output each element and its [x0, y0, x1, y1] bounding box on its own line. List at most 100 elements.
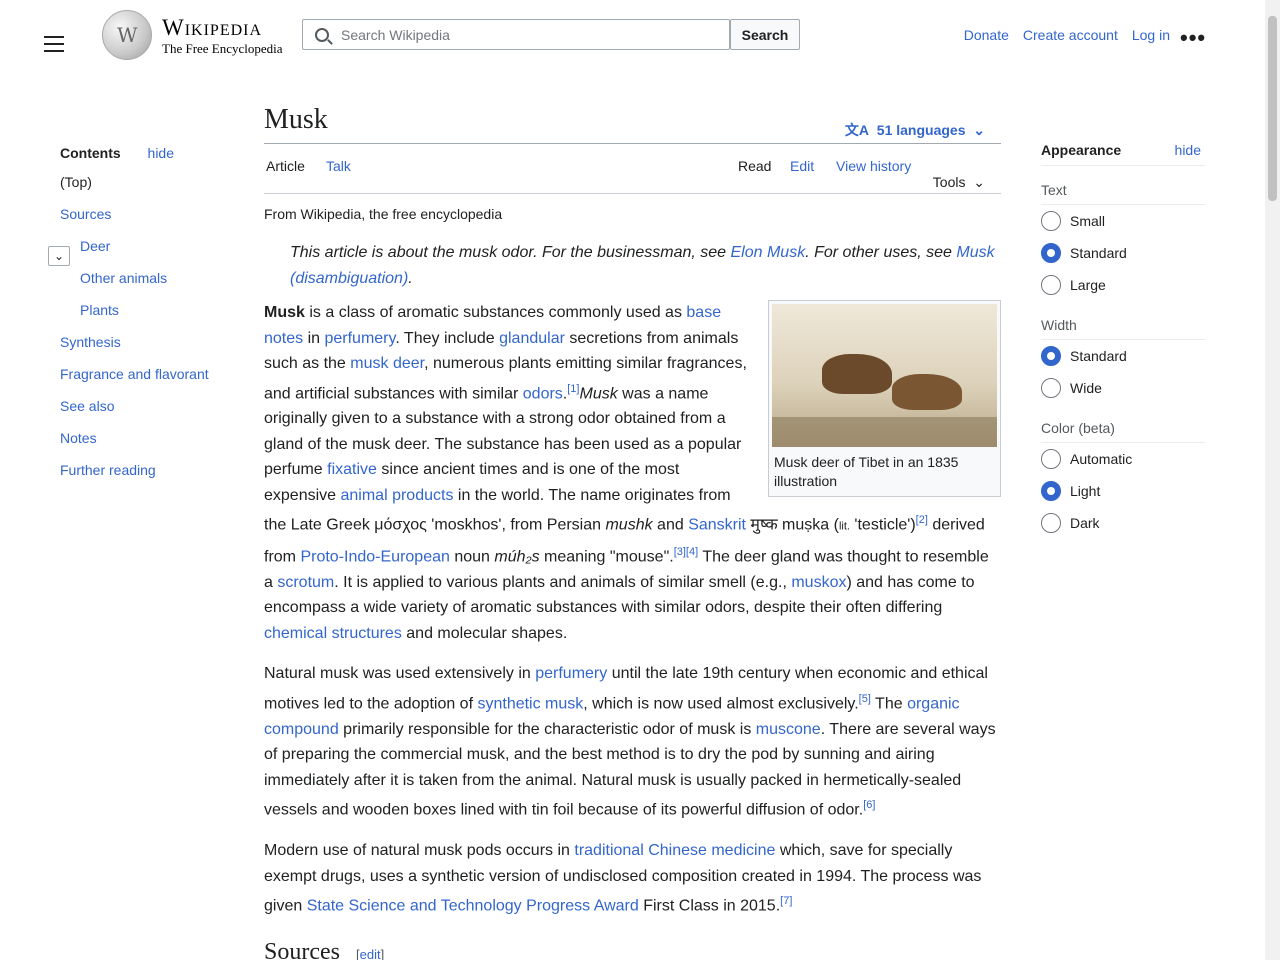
text-size-option-standard[interactable]: Standard	[1041, 237, 1205, 269]
text-run: Modern use of natural musk pods occurs i…	[264, 842, 575, 860]
article-link[interactable]: scrotum	[277, 574, 334, 591]
color-option-automatic[interactable]: Automatic	[1041, 443, 1205, 475]
article-link[interactable]: animal products	[341, 487, 454, 504]
search-input[interactable]	[341, 26, 729, 43]
search-button[interactable]: Search	[730, 19, 800, 50]
toc-item[interactable]: Other animals	[60, 262, 224, 294]
article-link[interactable]: fixative	[327, 461, 377, 478]
color-option-light[interactable]: Light	[1041, 475, 1205, 507]
text-size-option-small[interactable]: Small	[1041, 205, 1205, 237]
color-label: Color (beta)	[1041, 420, 1205, 443]
radio-label: Light	[1070, 483, 1101, 499]
hatnote-link-elon-musk[interactable]: Elon Musk	[731, 244, 806, 261]
article-link[interactable]: synthetic musk	[477, 695, 583, 712]
article-link[interactable]: musk deer	[350, 355, 424, 372]
main-menu-button[interactable]	[44, 36, 64, 52]
article: Musk 文A 51 languages ⌄ Article Talk Read…	[264, 96, 1001, 960]
text-size-option-large[interactable]: Large	[1041, 269, 1205, 301]
search-icon	[315, 27, 329, 42]
article-link[interactable]: traditional Chinese medicine	[574, 842, 775, 859]
article-link[interactable]: chemical structures	[264, 625, 402, 642]
text-run: and molecular shapes.	[401, 624, 568, 642]
text-run: . They include	[395, 329, 500, 347]
width-option-standard[interactable]: Standard	[1041, 340, 1205, 372]
toc-item[interactable]: Sources	[60, 198, 224, 230]
text-run: मुष्क muṣka (	[745, 516, 839, 534]
article-link[interactable]: glandular	[499, 330, 565, 347]
toc-item[interactable]: Synthesis	[60, 326, 224, 358]
citation-link[interactable]: [3][4]	[674, 546, 698, 558]
chevron-down-icon[interactable]: ⌄	[48, 246, 70, 266]
toc-item[interactable]: Plants	[60, 294, 224, 326]
tab-read[interactable]: Read	[738, 158, 771, 174]
text-run: in	[303, 329, 325, 347]
radio-label: Automatic	[1070, 451, 1133, 467]
radio-button[interactable]	[1041, 275, 1061, 295]
bold-term: Musk	[264, 304, 305, 321]
radio-button[interactable]	[1041, 211, 1061, 231]
musk-deer-image[interactable]	[772, 304, 997, 447]
page-title: Musk	[264, 104, 328, 135]
more-options-icon[interactable]: •••	[1180, 27, 1206, 49]
citation-link[interactable]: [7]	[780, 895, 792, 907]
tab-article[interactable]: Article	[266, 158, 305, 174]
radio-button[interactable]	[1041, 481, 1061, 501]
toc-item[interactable]: Deer	[60, 230, 224, 262]
article-link[interactable]: muskox	[791, 574, 846, 591]
toc-item[interactable]: Notes	[60, 422, 224, 454]
article-link[interactable]: State Science and Technology Progress Aw…	[307, 897, 639, 914]
radio-button[interactable]	[1041, 449, 1061, 469]
radio-button[interactable]	[1041, 243, 1061, 263]
radio-button[interactable]	[1041, 513, 1061, 533]
toc-item[interactable]: Fragrance and flavorant	[60, 358, 224, 390]
hatnote-text: . For other uses, see	[805, 244, 957, 261]
article-link[interactable]: muscone	[756, 721, 821, 738]
article-link[interactable]: perfumery	[535, 665, 607, 682]
toc-item[interactable]: (Top)	[60, 166, 224, 198]
citation-link[interactable]: [1]	[567, 383, 579, 395]
toc-item[interactable]: Further reading	[60, 454, 224, 486]
citation-link[interactable]: [2]	[916, 514, 928, 526]
width-label: Width	[1041, 317, 1205, 340]
color-option-dark[interactable]: Dark	[1041, 507, 1205, 539]
paragraph: Natural musk was used extensively in per…	[264, 661, 1001, 823]
radio-label: Wide	[1070, 380, 1102, 396]
tools-menu[interactable]: Tools ⌄	[933, 174, 985, 191]
tab-view-history[interactable]: View history	[836, 158, 911, 174]
language-selector[interactable]: 文A 51 languages ⌄	[845, 120, 985, 140]
text-run: is a class of aromatic substances common…	[304, 304, 687, 321]
radio-label: Standard	[1070, 245, 1127, 261]
toc-hide-button[interactable]: hide	[148, 145, 174, 161]
hatnote-text: This article is about the musk odor. For…	[290, 244, 731, 261]
scrollbar[interactable]	[1265, 0, 1280, 960]
toc-title: Contents	[60, 145, 121, 161]
edit-section-link[interactable]: edit	[360, 947, 381, 960]
text-run: 'testicle')	[849, 516, 916, 534]
radio-button[interactable]	[1041, 378, 1061, 398]
logo-tagline: The Free Encyclopedia	[162, 40, 283, 56]
radio-button[interactable]	[1041, 346, 1061, 366]
text-run: , which is now used almost exclusively.	[583, 695, 859, 713]
width-option-wide[interactable]: Wide	[1041, 372, 1205, 404]
text-run: Natural musk was used extensively in	[264, 665, 536, 683]
scrollbar-thumb[interactable]	[1268, 16, 1277, 201]
citation-link[interactable]: [6]	[863, 799, 875, 811]
wikipedia-logo[interactable]: Wikipedia The Free Encyclopedia	[102, 10, 284, 60]
tab-edit[interactable]: Edit	[790, 158, 814, 174]
create-account-link[interactable]: Create account	[1023, 27, 1118, 43]
donate-link[interactable]: Donate	[964, 27, 1009, 43]
translate-icon: 文A	[844, 122, 869, 138]
article-link[interactable]: perfumery	[324, 330, 395, 347]
log-in-link[interactable]: Log in	[1132, 27, 1170, 43]
tab-talk[interactable]: Talk	[326, 158, 351, 174]
paragraph: Modern use of natural musk pods occurs i…	[264, 838, 1001, 919]
appearance-hide-button[interactable]: hide	[1175, 142, 1201, 158]
citation-link[interactable]: [5]	[859, 693, 871, 705]
article-link[interactable]: Proto-Indo-European	[300, 548, 449, 565]
toc-item[interactable]: See also	[60, 390, 224, 422]
abbreviation: lit.	[838, 520, 850, 533]
article-link[interactable]: odors	[523, 385, 563, 402]
radio-label: Standard	[1070, 348, 1127, 364]
article-link[interactable]: Sanskrit	[688, 517, 746, 534]
radio-label: Large	[1070, 277, 1106, 293]
